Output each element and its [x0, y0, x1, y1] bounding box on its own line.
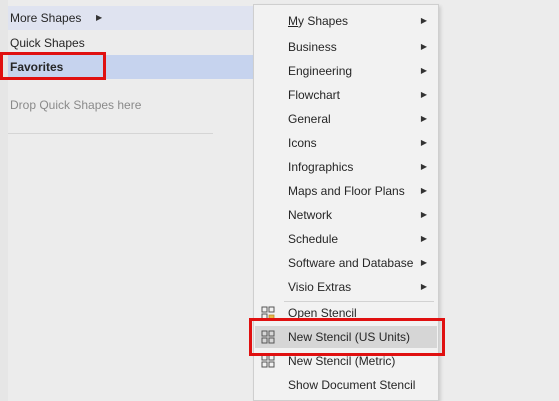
menu-item-visio-extras[interactable]: Visio Extras ▶	[255, 276, 437, 298]
caret-right-icon: ▶	[420, 138, 427, 147]
caret-right-icon: ▶	[420, 66, 427, 75]
caret-right-icon: ▶	[420, 186, 427, 195]
menu-item-label: New Stencil (Metric)	[288, 354, 396, 368]
drop-quick-shapes-hint: Drop Quick Shapes here	[10, 98, 142, 112]
menu-item-flowchart[interactable]: Flowchart ▶	[255, 84, 437, 106]
menu-item-schedule[interactable]: Schedule ▶	[255, 228, 437, 250]
quick-shapes-label: Quick Shapes	[10, 36, 85, 50]
menu-item-label: Flowchart	[288, 88, 341, 102]
menu-item-label: General	[288, 112, 331, 126]
menu-item-label: Network	[288, 208, 333, 222]
menu-item-engineering[interactable]: Engineering ▶	[255, 60, 437, 82]
menu-item-software-and-database[interactable]: Software and Database ▶	[255, 252, 437, 274]
menu-item-label: Software and Database	[288, 256, 414, 270]
caret-right-icon: ▶	[420, 16, 427, 25]
menu-item-icons[interactable]: Icons ▶	[255, 132, 437, 154]
caret-right-icon: ▶	[420, 42, 427, 51]
pane-divider	[8, 133, 213, 134]
favorites-highlight-box	[0, 52, 106, 80]
menu-item-label: Engineering	[288, 64, 353, 78]
menu-item-label: Maps and Floor Plans	[288, 184, 405, 198]
menu-item-label: Visio Extras	[288, 280, 352, 294]
menu-item-business[interactable]: Business ▶	[255, 36, 437, 58]
menu-item-label: Icons	[288, 136, 317, 150]
caret-right-icon: ▶	[420, 162, 427, 171]
new-stencil-highlight-box	[249, 318, 445, 356]
caret-right-icon: ▶	[420, 114, 427, 123]
more-shapes-label: More Shapes	[10, 11, 82, 25]
caret-right-icon: ▶	[420, 90, 427, 99]
menu-item-label: Business	[288, 40, 337, 54]
my-shapes-label: My Shapes	[288, 14, 349, 28]
drawing-canvas[interactable]	[439, 0, 559, 401]
menu-item-label: Show Document Stencil	[288, 378, 416, 392]
menu-item-maps-and-floor-plans[interactable]: Maps and Floor Plans ▶	[255, 180, 437, 202]
menu-item-general[interactable]: General ▶	[255, 108, 437, 130]
new-stencil-grid-icon	[261, 354, 275, 368]
caret-right-icon: ▶	[420, 258, 427, 267]
caret-right-icon: ▶	[420, 282, 427, 291]
menu-item-network[interactable]: Network ▶	[255, 204, 437, 226]
menu-item-infographics[interactable]: Infographics ▶	[255, 156, 437, 178]
caret-right-icon: ▶	[96, 13, 103, 22]
caret-right-icon: ▶	[420, 234, 427, 243]
menu-item-label: Infographics	[288, 160, 354, 174]
menu-item-show-document-stencil[interactable]: Show Document Stencil	[255, 374, 437, 396]
menu-item-label: Schedule	[288, 232, 339, 246]
menu-item-my-shapes[interactable]: My Shapes ▶	[255, 10, 437, 32]
caret-right-icon: ▶	[420, 210, 427, 219]
more-shapes-button[interactable]: More Shapes ▶	[8, 6, 253, 30]
